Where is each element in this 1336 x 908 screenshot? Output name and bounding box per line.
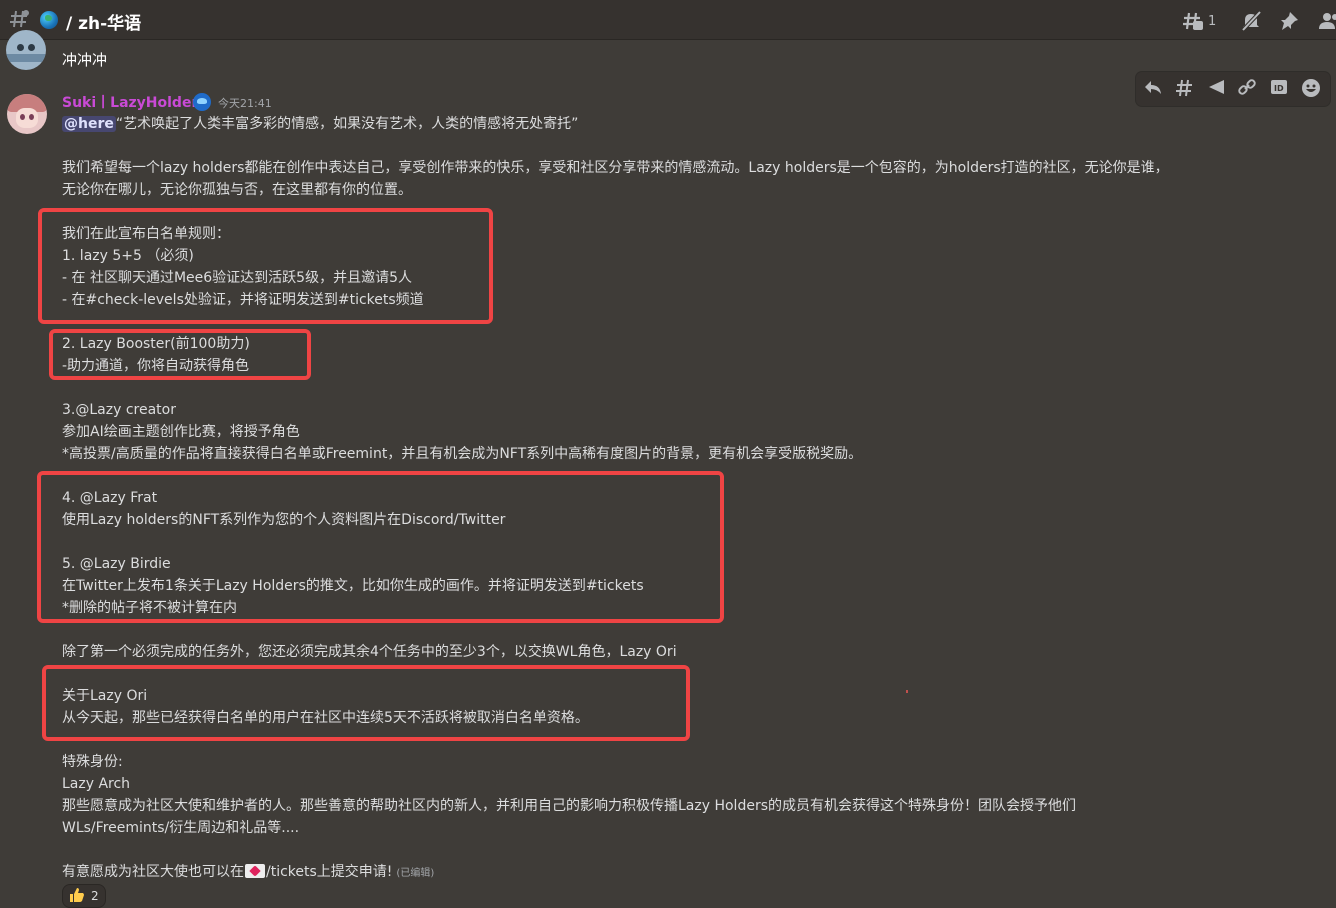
- message-line: 1. lazy 5+5 （必须): [62, 248, 194, 264]
- threads-button[interactable]: 1: [1182, 10, 1222, 32]
- avatar[interactable]: [7, 94, 47, 134]
- message-hover-actions: ID: [1136, 72, 1330, 106]
- message-line: 无论你在哪儿，无论你孤独与否，在这里都有你的位置。: [62, 182, 412, 198]
- message-line: @here “艺术唤起了人类丰富多彩的情感，如果没有艺术，人类的情感将无处寄托”: [62, 116, 579, 132]
- mute-button[interactable]: [1240, 10, 1262, 32]
- role-badge-icon: [193, 93, 211, 111]
- copy-id-icon[interactable]: ID: [1268, 78, 1290, 100]
- message-timestamp[interactable]: 今天21:41: [218, 95, 272, 111]
- message-line: 参加AI绘画主题创作比赛，将授予角色: [62, 424, 300, 440]
- message-line: 从今天起，那些已经获得白名单的用户在社区中连续5天不活跃将被取消白名单资格。: [62, 710, 589, 726]
- message-line: 有意愿成为社区大使也可以在/tickets上提交申请! (已编辑): [62, 864, 435, 880]
- message-line: WLs/Freemints/衍生周边和礼品等....: [62, 820, 300, 836]
- channel-header: / zh-华语 1: [0, 0, 1336, 40]
- message-line: *删除的帖子将不被计算在内: [62, 600, 237, 616]
- message-line: - 在#check-levels处验证，并将证明发送到#tickets频道: [62, 292, 424, 308]
- here-mention[interactable]: @here: [62, 116, 116, 132]
- message-line: 2. Lazy Booster(前100助力): [62, 336, 250, 352]
- previous-message-text: 冲冲冲: [62, 51, 108, 69]
- pin-icon: [1278, 12, 1300, 37]
- message-line: 4. @Lazy Frat: [62, 490, 158, 506]
- message-line: Lazy Arch: [62, 776, 131, 792]
- message-line: 特殊身份:: [62, 754, 123, 770]
- copy-link-icon[interactable]: [1236, 78, 1258, 100]
- svg-text:ID: ID: [1274, 84, 1284, 93]
- reaction-thumbs-up[interactable]: 2: [62, 884, 106, 908]
- create-thread-icon[interactable]: [1174, 78, 1196, 100]
- mute-bell-icon: [1240, 10, 1262, 37]
- add-reaction-icon[interactable]: [1300, 78, 1322, 100]
- message-line: -助力通道，你将自动获得角色: [62, 358, 250, 374]
- channel-title: / zh-华语: [66, 14, 142, 34]
- edited-label: (已编辑): [396, 868, 435, 879]
- message-line: *高投票/高质量的作品将直接获得白名单或Freemint，并且有机会成为NFT系…: [62, 446, 863, 462]
- message-line: 那些愿意成为社区大使和维护者的人。那些善意的帮助社区内的新人，并利用自己的影响力…: [62, 798, 1076, 814]
- threads-icon: [1182, 12, 1204, 37]
- stray-mark: [906, 690, 908, 693]
- message-line: 在Twitter上发布1条关于Lazy Holders的推文，比如你生成的画作。…: [62, 578, 644, 594]
- reaction-count: 2: [91, 889, 99, 903]
- member-list-button[interactable]: [1318, 10, 1336, 32]
- message-line: 3.@Lazy creator: [62, 402, 176, 418]
- author-name[interactable]: Suki丨LazyHolders: [62, 92, 207, 112]
- message-line: - 在 社区聊天通过Mee6验证达到活跃5级，并且邀请5人: [62, 270, 412, 286]
- members-icon: [1318, 13, 1336, 37]
- pinned-messages-button[interactable]: [1278, 10, 1300, 32]
- love-letter-icon: [245, 864, 265, 878]
- message-line: 使用Lazy holders的NFT系列作为您的个人资料图片在Discord/T…: [62, 512, 506, 528]
- thumbs-up-icon: [69, 887, 85, 907]
- message-line: 5. @Lazy Birdie: [62, 556, 171, 572]
- forward-icon[interactable]: [1206, 78, 1228, 100]
- message-line: 我们在此宣布白名单规则：: [62, 226, 230, 242]
- message-line: 我们希望每一个lazy holders都能在创作中表达自己，享受创作带来的快乐，…: [62, 160, 1169, 176]
- thread-count: 1: [1208, 14, 1217, 29]
- message-line: 关于Lazy Ori: [62, 688, 148, 704]
- message-line: 除了第一个必须完成的任务外，您还必须完成其余4个任务中的至少3个，以交换WL角色…: [62, 644, 677, 660]
- hash-icon: [8, 8, 30, 30]
- reply-icon[interactable]: [1142, 78, 1164, 100]
- globe-icon: [40, 11, 58, 29]
- avatar[interactable]: [6, 30, 46, 70]
